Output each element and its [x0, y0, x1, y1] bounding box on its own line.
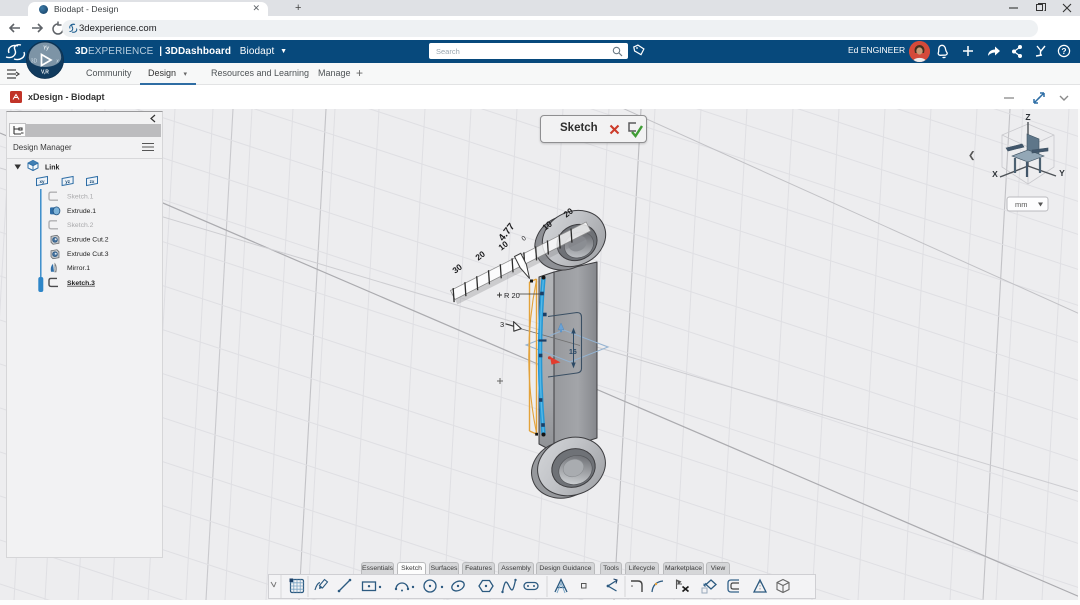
svg-text:Sketch.1: Sketch.1 — [67, 194, 94, 201]
svg-text:0: 0 — [520, 235, 527, 243]
svg-text:Mirror.1: Mirror.1 — [67, 265, 90, 272]
svg-text:Z: Z — [1025, 112, 1030, 122]
svg-text:V,R: V,R — [41, 70, 49, 76]
svg-text:?: ? — [1061, 46, 1066, 56]
svg-text:yz: yz — [65, 179, 71, 184]
svg-text:Link: Link — [45, 164, 59, 171]
svg-text:Extrude Cut.2: Extrude Cut.2 — [67, 237, 109, 244]
svg-text:Y: Y — [1059, 168, 1065, 178]
svg-text:Extrude Cut.3: Extrude Cut.3 — [67, 251, 109, 258]
svg-text:16: 16 — [569, 349, 577, 356]
svg-text:Extrude.1: Extrude.1 — [67, 208, 96, 215]
svg-text:R 20: R 20 — [504, 291, 520, 300]
svg-text:xy: xy — [39, 179, 45, 184]
svg-text:Sketch.3: Sketch.3 — [67, 280, 95, 287]
svg-text:x: x — [55, 59, 59, 65]
svg-text:Sketch.2: Sketch.2 — [67, 222, 94, 229]
svg-text:Yy: Yy — [43, 46, 49, 52]
svg-text:20: 20 — [473, 249, 487, 263]
svg-text:zx: zx — [90, 179, 95, 184]
svg-text:4.77: 4.77 — [497, 221, 518, 243]
svg-text:mm: mm — [1015, 200, 1028, 209]
svg-text:3: 3 — [500, 320, 504, 329]
svg-text:❮: ❮ — [968, 150, 976, 161]
svg-text:3D: 3D — [31, 59, 38, 65]
svg-text:X: X — [992, 169, 998, 179]
